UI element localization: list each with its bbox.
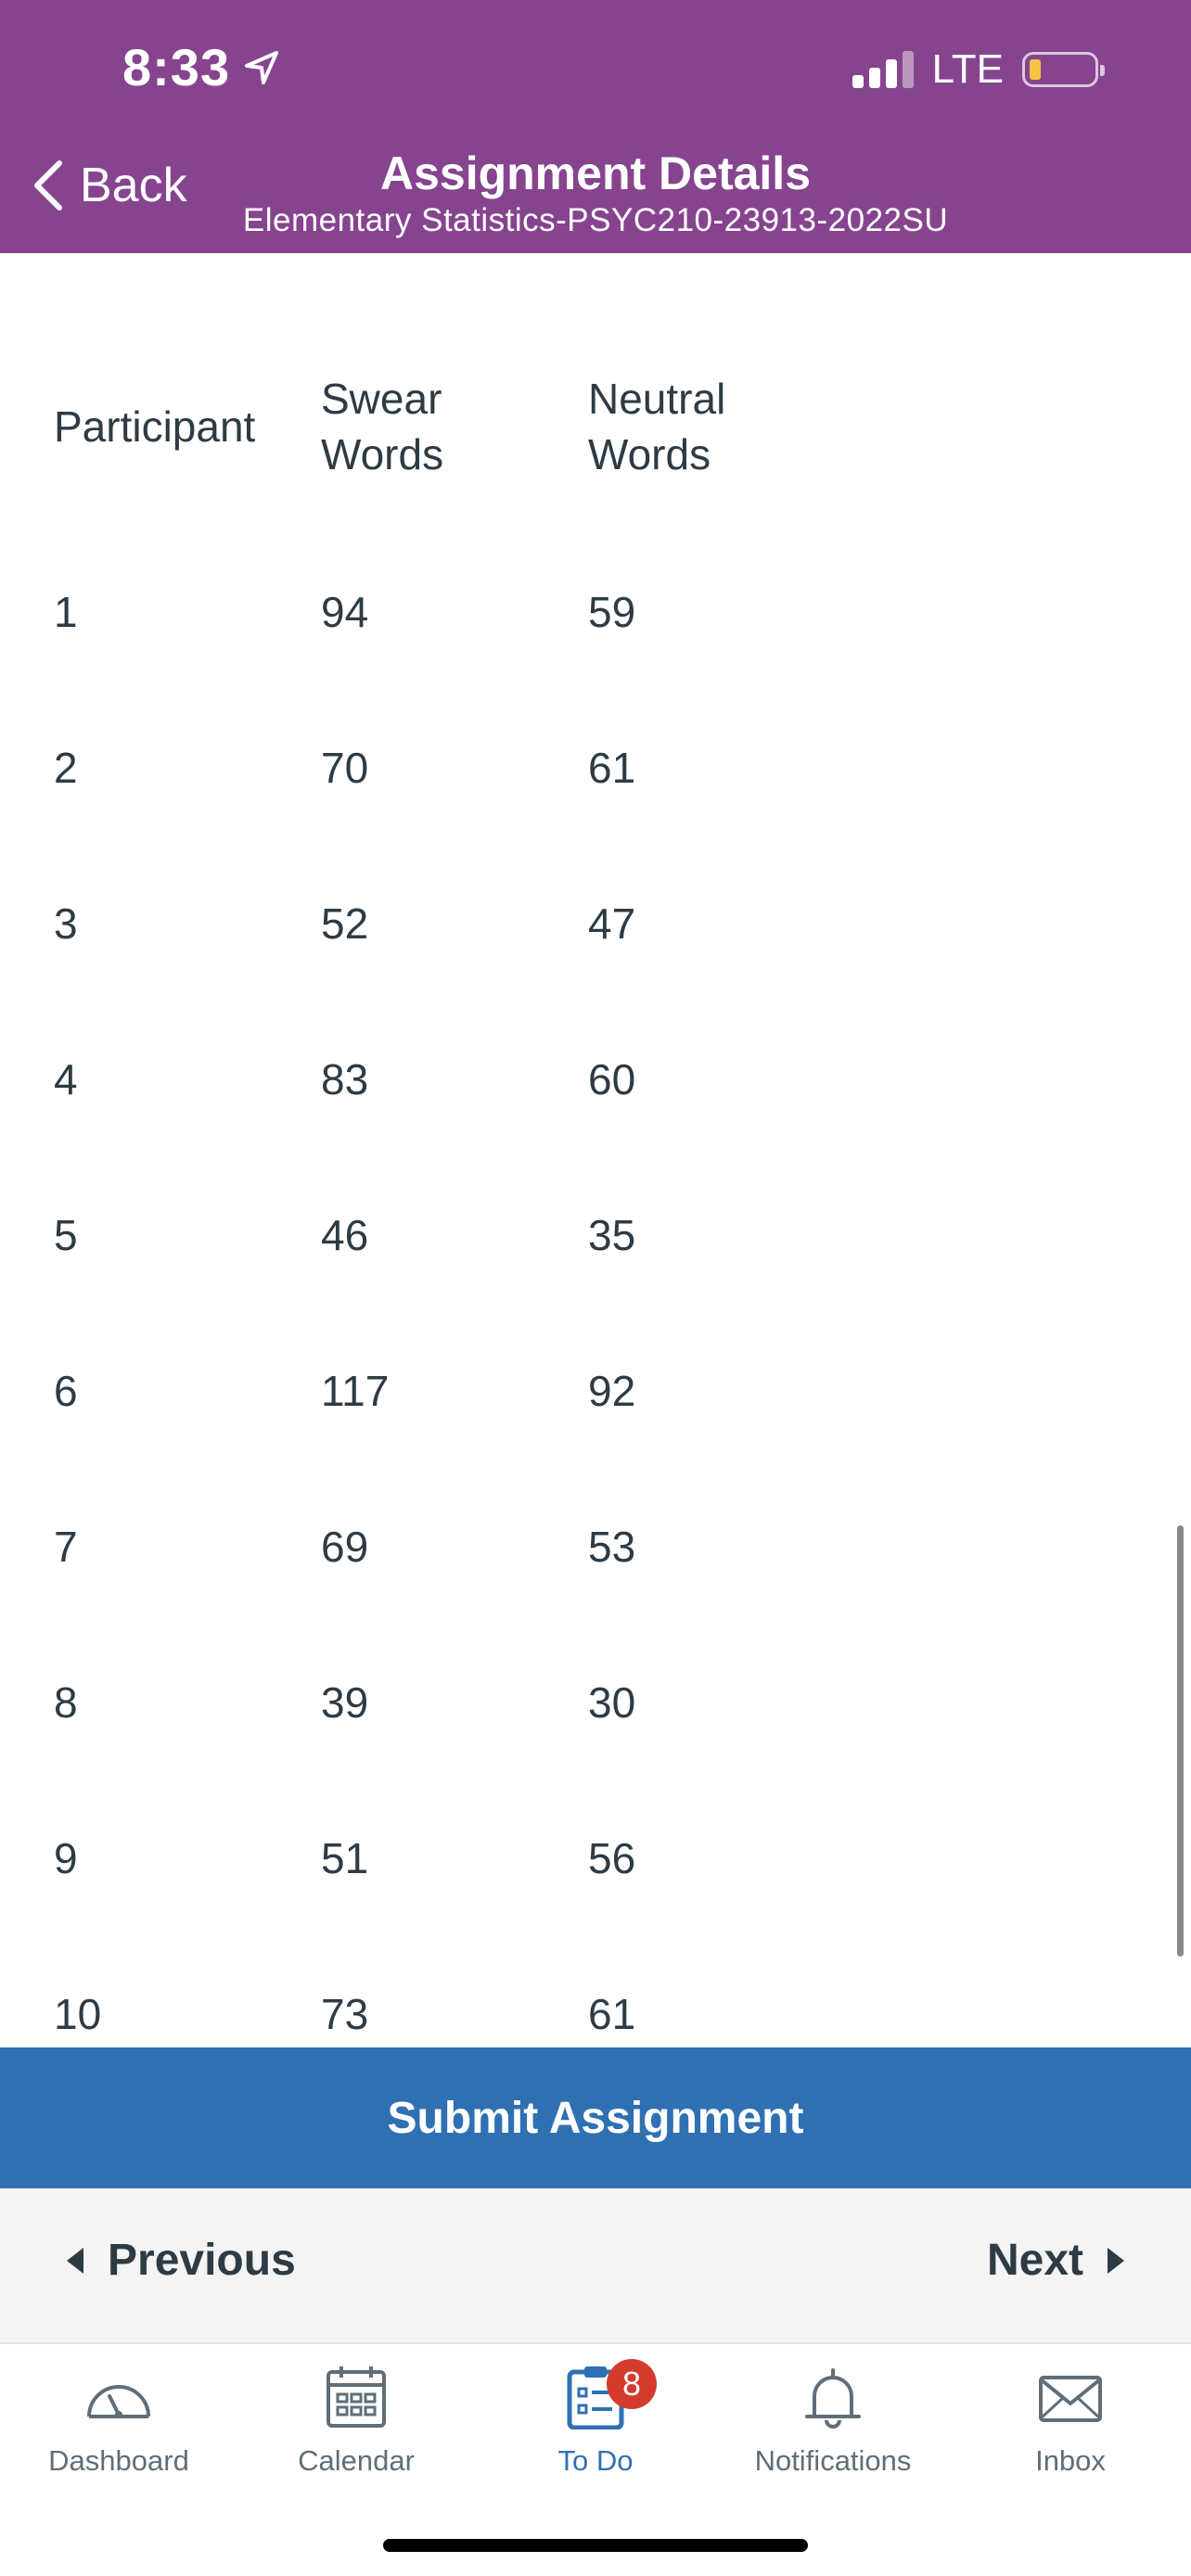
swear-words-cell: 39 [321, 1678, 369, 1727]
assignment-data-table: Participant Swear Words Neutral Words 1 … [0, 253, 1191, 2047]
previous-label: Previous [108, 2236, 296, 2285]
caret-left-icon [67, 2247, 83, 2274]
swear-words-cell: 94 [321, 588, 369, 636]
tab-notifications[interactable]: Notifications [714, 2365, 952, 2478]
header-swear-line1: Swear [321, 375, 442, 423]
neutral-words-cell: 92 [588, 1367, 636, 1415]
neutral-words-cell: 59 [588, 588, 636, 636]
header-neutral-line2: Words [588, 429, 711, 478]
battery-icon [1022, 52, 1105, 87]
swear-words-cell: 83 [321, 1055, 369, 1103]
neutral-words-cell: 35 [588, 1211, 636, 1259]
calendar-icon [327, 2366, 386, 2428]
cellular-signal-icon [852, 51, 914, 88]
todo-count-badge: 8 [607, 2359, 657, 2409]
participant-cell: 7 [54, 1523, 78, 1571]
neutral-words-cell: 61 [588, 744, 636, 792]
swear-words-cell: 46 [321, 1211, 369, 1259]
status-time: 8:33 [122, 37, 280, 97]
content-scrollbar[interactable] [1177, 1525, 1184, 1957]
envelope-icon [1039, 2376, 1102, 2422]
header-neutral-line1: Neutral [588, 375, 726, 423]
home-indicator[interactable] [383, 2539, 808, 2552]
neutral-words-cell: 60 [588, 1055, 636, 1103]
next-button[interactable]: Next [987, 2235, 1124, 2286]
participant-cell: 5 [54, 1211, 78, 1259]
neutral-words-cell: 53 [588, 1523, 636, 1571]
status-indicators: LTE [852, 46, 1105, 93]
tab-calendar-label: Calendar [298, 2444, 415, 2477]
page-title: Assignment Details [379, 147, 811, 199]
tab-dashboard[interactable]: Dashboard [0, 2365, 237, 2478]
location-arrow-icon [245, 50, 279, 84]
tab-notifications-label: Notifications [754, 2444, 912, 2477]
tab-todo-label: To Do [557, 2444, 634, 2477]
course-subtitle: Elementary Statistics-PSYC210-23913-2022… [242, 202, 949, 238]
dashboard-gauge-icon [87, 2385, 150, 2418]
swear-words-cell: 117 [321, 1367, 390, 1415]
tab-todo[interactable]: 8 To Do [477, 2359, 714, 2478]
next-label: Next [986, 2236, 1083, 2285]
participant-cell: 10 [54, 1990, 102, 2038]
neutral-words-cell: 56 [588, 1834, 636, 1882]
header-participant: Participant [54, 402, 256, 451]
participant-cell: 3 [54, 899, 78, 948]
previous-button[interactable]: Previous [67, 2235, 296, 2286]
app-header: 8:33 LTE Back Assignment Details Element… [0, 0, 1191, 253]
tab-calendar[interactable]: Calendar [237, 2365, 475, 2478]
participant-cell: 2 [54, 744, 78, 792]
swear-words-cell: 73 [321, 1990, 369, 2038]
bell-icon [805, 2368, 861, 2429]
participant-cell: 6 [54, 1367, 78, 1415]
swear-words-cell: 52 [321, 899, 369, 948]
neutral-words-cell: 61 [588, 1990, 636, 2038]
tab-dashboard-label: Dashboard [48, 2444, 189, 2477]
network-type: LTE [931, 46, 1004, 92]
header-neutral-words: Neutral Words [588, 372, 725, 483]
header-swear-words: Swear Words [321, 372, 443, 483]
submit-assignment-button[interactable]: Submit Assignment [0, 2047, 1191, 2188]
assignment-pager: Previous Next [0, 2188, 1191, 2342]
swear-words-cell: 51 [321, 1834, 369, 1882]
caret-right-icon [1108, 2247, 1124, 2274]
tab-inbox-label: Inbox [1035, 2444, 1106, 2477]
participant-cell: 9 [54, 1834, 78, 1882]
participant-cell: 1 [54, 588, 78, 636]
participant-cell: 8 [54, 1678, 78, 1727]
swear-words-cell: 69 [321, 1523, 369, 1571]
header-swear-line2: Words [321, 429, 444, 478]
status-time-text: 8:33 [122, 38, 231, 96]
swear-words-cell: 70 [321, 744, 369, 792]
tab-inbox[interactable]: Inbox [952, 2365, 1189, 2478]
neutral-words-cell: 47 [588, 899, 636, 948]
neutral-words-cell: 30 [588, 1678, 636, 1727]
participant-cell: 4 [54, 1055, 78, 1103]
